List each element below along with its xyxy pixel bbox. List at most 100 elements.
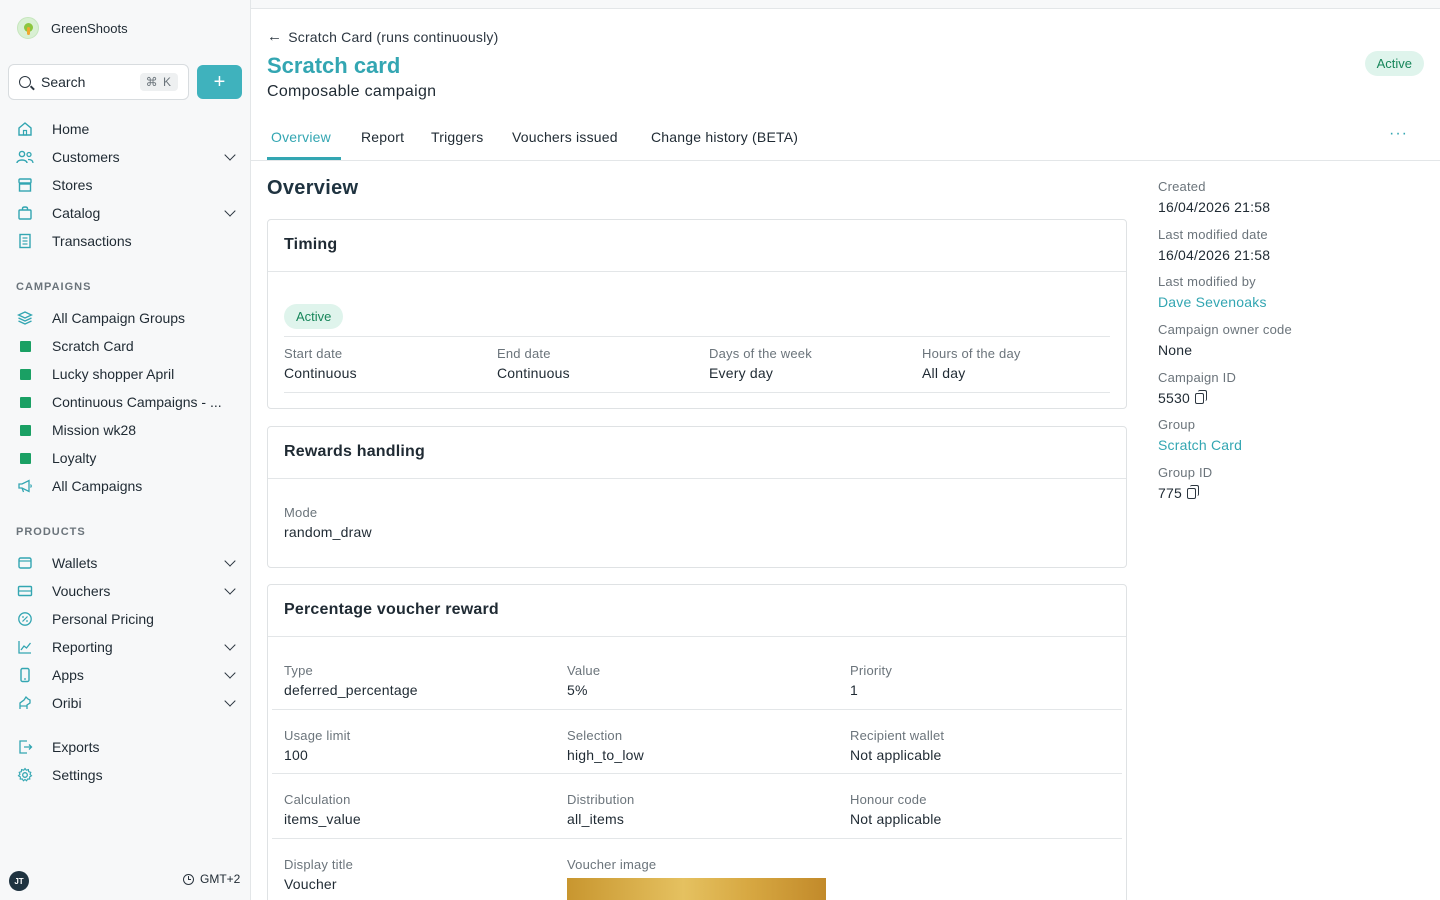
sidebar-item-personal-pricing[interactable]: Personal Pricing (16, 607, 244, 631)
chevron-down-icon[interactable] (224, 555, 236, 567)
card-title: Rewards handling (268, 427, 1126, 479)
sidebar-item-catalog[interactable]: Catalog (16, 201, 244, 225)
voucher-image (567, 878, 826, 900)
modified-by-link[interactable]: Dave Sevenoaks (1158, 294, 1267, 310)
sidebar-item-reporting[interactable]: Reporting (16, 635, 244, 659)
search-shortcut: ⌘ K (139, 73, 178, 91)
field-value: 1 (850, 682, 858, 698)
bag-icon (16, 204, 34, 222)
sidebar-item-campaign-group[interactable]: Continuous Campaigns - ... (16, 390, 244, 414)
voucher-icon (16, 582, 34, 600)
field-value: deferred_percentage (284, 682, 418, 698)
sidebar-item-label: Wallets (52, 555, 98, 571)
gear-icon (16, 766, 34, 784)
distribution-field: Distribution all_items (567, 792, 634, 827)
campaign-id-value: 5530 (1158, 390, 1190, 406)
chevron-down-icon[interactable] (224, 205, 236, 217)
field-label: Voucher image (567, 857, 657, 872)
field-value: All day (922, 365, 966, 381)
field-label: Selection (567, 728, 623, 743)
avatar[interactable]: JT (9, 871, 29, 891)
voucher-reward-card: Percentage voucher reward Type deferred_… (267, 584, 1127, 900)
chevron-down-icon[interactable] (224, 149, 236, 161)
chevron-down-icon[interactable] (224, 639, 236, 651)
usage-limit-field: Usage limit 100 (284, 728, 351, 763)
sidebar-item-oribi[interactable]: Oribi (16, 691, 244, 715)
sidebar-item-vouchers[interactable]: Vouchers (16, 579, 244, 603)
field-value: high_to_low (567, 747, 644, 763)
honour-code-field: Honour code Not applicable (850, 792, 942, 827)
brand-logo-icon (17, 17, 39, 39)
sidebar-item-label: Transactions (52, 233, 132, 249)
sidebar-item-campaign-group[interactable]: Loyalty (16, 446, 244, 470)
tab-report[interactable]: Report (361, 129, 404, 145)
field-label: Distribution (567, 792, 635, 807)
sidebar-item-label: Lucky shopper April (52, 366, 175, 382)
sidebar-item-transactions[interactable]: Transactions (16, 229, 244, 253)
tab-change-history[interactable]: Change history (BETA) (651, 129, 798, 145)
sidebar-item-settings[interactable]: Settings (16, 763, 244, 787)
chevron-down-icon[interactable] (224, 583, 236, 595)
sidebar-item-campaign-group[interactable]: Mission wk28 (16, 418, 244, 442)
sidebar-item-label: Apps (52, 667, 84, 683)
more-options-icon[interactable]: ··· (1389, 125, 1408, 143)
sidebar: GreenShoots Search ⌘ K + Home Customers … (0, 0, 251, 900)
users-icon (16, 148, 34, 166)
home-icon (16, 120, 34, 138)
back-link-label: Scratch Card (runs continuously) (288, 28, 499, 45)
layers-icon (16, 309, 34, 327)
card-title: Percentage voucher reward (268, 585, 1126, 637)
status-badge: Active (284, 304, 344, 329)
sidebar-item-all-campaigns[interactable]: All Campaigns (16, 474, 244, 498)
sidebar-item-apps[interactable]: Apps (16, 663, 244, 687)
group-id-value: 775 (1158, 485, 1182, 501)
meta-last-modified-date: Last modified date 16/04/2026 21:58 (1158, 227, 1270, 263)
card-title: Timing (268, 220, 1126, 272)
chevron-down-icon[interactable] (224, 667, 236, 679)
campaign-square-icon (16, 393, 34, 411)
field-label: Last modified date (1158, 227, 1268, 242)
campaign-square-icon (16, 421, 34, 439)
tab-overview[interactable]: Overview (271, 129, 331, 145)
type-field: Type deferred_percentage (284, 663, 418, 698)
rewards-handling-card: Rewards handling Mode random_draw (267, 426, 1127, 568)
timezone-selector[interactable]: GMT+2 (183, 872, 240, 886)
search-input[interactable]: Search ⌘ K (8, 64, 189, 100)
copy-icon[interactable] (1186, 485, 1199, 499)
sidebar-item-home[interactable]: Home (16, 117, 244, 141)
sidebar-item-stores[interactable]: Stores (16, 173, 244, 197)
sidebar-item-campaign-group[interactable]: Lucky shopper April (16, 362, 244, 386)
field-label: Value (567, 663, 601, 678)
chevron-down-icon[interactable] (224, 695, 236, 707)
sidebar-item-customers[interactable]: Customers (16, 145, 244, 169)
tab-vouchers-issued[interactable]: Vouchers issued (512, 129, 618, 145)
timing-card: Timing Active Start date Continuous End … (267, 219, 1127, 409)
divider (272, 838, 1122, 839)
section-title: Overview (267, 177, 359, 199)
add-button[interactable]: + (197, 65, 242, 99)
sidebar-item-label: All Campaign Groups (52, 310, 186, 326)
divider (284, 392, 1110, 393)
brand[interactable]: GreenShoots (17, 16, 128, 40)
field-value: Continuous (497, 365, 570, 381)
tab-triggers[interactable]: Triggers (431, 129, 483, 145)
sidebar-item-wallets[interactable]: Wallets (16, 551, 244, 575)
sidebar-item-label: Customers (52, 149, 120, 165)
group-link[interactable]: Scratch Card (1158, 437, 1242, 453)
sidebar-item-all-campaign-groups[interactable]: All Campaign Groups (16, 306, 244, 330)
status-badge: Active (1364, 51, 1424, 76)
field-label: Campaign ID (1158, 370, 1237, 385)
divider (272, 709, 1122, 710)
field-value: 5% (567, 682, 588, 698)
products-section-title: PRODUCTS (16, 526, 86, 538)
sidebar-item-exports[interactable]: Exports (16, 735, 244, 759)
main-content: ← Scratch Card (runs continuously) Scrat… (251, 8, 1440, 900)
field-label: Days of the week (709, 346, 812, 361)
divider (272, 773, 1122, 774)
sidebar-item-campaign-group[interactable]: Scratch Card (16, 334, 244, 358)
back-link[interactable]: ← Scratch Card (runs continuously) (267, 28, 498, 45)
field-label: Campaign owner code (1158, 322, 1292, 337)
copy-icon[interactable] (1194, 390, 1207, 404)
brand-name: GreenShoots (51, 20, 128, 36)
days-of-week-field: Days of the week Every day (709, 346, 812, 381)
